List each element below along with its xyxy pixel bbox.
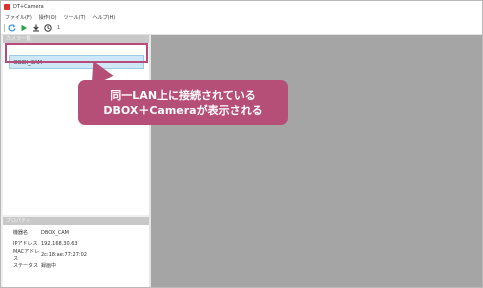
property-key: 機器名 — [13, 230, 29, 236]
property-row: ステータス 録画中 — [3, 260, 149, 271]
property-value: DBOX_CAM — [41, 229, 69, 236]
property-row: 機器名 DBOX_CAM — [3, 227, 149, 238]
property-key: IPアドレス — [13, 241, 38, 247]
clock-icon[interactable] — [44, 24, 52, 32]
camera-preview-area — [151, 35, 482, 287]
refresh-icon[interactable] — [8, 24, 16, 32]
menu-operation[interactable]: 操作(O) — [39, 14, 57, 21]
callout-line-2: DBOX＋Cameraが表示される — [103, 103, 263, 117]
left-pane: カメラ一覧 DBOX_CAM プロパティ 機器名 DBOX_CAM IPアドレス… — [3, 35, 149, 287]
property-value: 録画中 — [41, 263, 57, 269]
menu-bar: ファイル(F) 操作(O) ツール(T) ヘルプ(H) — [1, 13, 482, 22]
menu-file[interactable]: ファイル(F) — [5, 14, 32, 21]
property-key: ステータス — [13, 263, 39, 269]
camera-list: DBOX_CAM — [3, 43, 149, 215]
toolbar-separator — [4, 24, 5, 32]
toolbar: 1 — [1, 22, 482, 35]
menu-help[interactable]: ヘルプ(H) — [93, 14, 116, 21]
annotation-callout: 同一LAN上に接続されている DBOX＋Cameraが表示される — [78, 80, 288, 125]
properties-panel: プロパティ 機器名 DBOX_CAM IPアドレス 192.168.30.63 … — [3, 217, 149, 287]
camera-list-header: カメラ一覧 — [3, 35, 149, 43]
window-title: DT+Camera — [13, 4, 44, 10]
highlight-frame — [5, 43, 148, 63]
properties-table: 機器名 DBOX_CAM IPアドレス 192.168.30.63 MACアドレ… — [3, 227, 149, 271]
title-bar: DT+Camera — [1, 1, 482, 13]
toolbar-counter: 1 — [57, 25, 61, 31]
property-row: MACアドレス 2c:18:ae:77:27:02 — [3, 248, 149, 262]
menu-tools[interactable]: ツール(T) — [64, 14, 86, 21]
play-icon[interactable] — [20, 24, 28, 32]
property-key: MACアドレス — [13, 248, 40, 262]
property-value: 192.168.30.63 — [41, 240, 78, 247]
properties-header: プロパティ — [3, 217, 149, 225]
property-value: 2c:18:ae:77:27:02 — [41, 251, 87, 258]
app-icon — [4, 4, 10, 10]
download-icon[interactable] — [32, 24, 40, 32]
callout-line-1: 同一LAN上に接続されている — [110, 88, 256, 102]
